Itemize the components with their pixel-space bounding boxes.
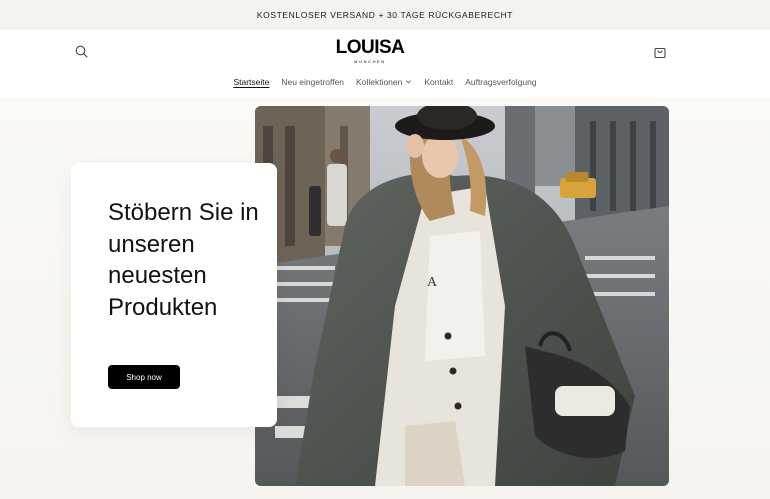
hero-photo-illustration: A — [255, 106, 669, 486]
nav-item-neu-eingetroffen[interactable]: Neu eingetroffen — [281, 77, 344, 93]
main-navigation: Startseite Neu eingetroffen Kollektionen… — [0, 77, 770, 93]
logo-subtitle: MÜNCHEN — [354, 59, 386, 64]
nav-item-kollektionen-label: Kollektionen — [356, 77, 403, 87]
announcement-text: KOSTENLOSER VERSAND + 30 TAGE RÜCKGABERE… — [256, 10, 514, 20]
hero-card: Stöbern Sie in unseren neuesten Produkte… — [71, 163, 277, 427]
nav-item-startseite[interactable]: Startseite — [233, 77, 269, 93]
search-icon — [75, 45, 88, 58]
cart-button[interactable] — [652, 44, 668, 60]
shop-now-button[interactable]: Shop now — [108, 365, 180, 389]
site-logo[interactable]: LOUISA MÜNCHEN — [335, 38, 405, 66]
hoodie-print: A — [427, 275, 438, 290]
announcement-bar: KOSTENLOSER VERSAND + 30 TAGE RÜCKGABERE… — [0, 0, 770, 30]
nav-item-kontakt[interactable]: Kontakt — [424, 77, 453, 93]
shopping-bag-icon — [654, 47, 666, 59]
search-button[interactable] — [74, 44, 90, 60]
chevron-down-icon — [405, 77, 412, 87]
hero-photo: A — [255, 106, 669, 486]
site-header: LOUISA MÜNCHEN Startseite Neu eingetroff… — [0, 30, 770, 98]
hero-title: Stöbern Sie in unseren neuesten Produkte… — [108, 199, 259, 321]
logo-wordmark: LOUISA — [335, 37, 405, 58]
nav-item-auftragsverfolgung[interactable]: Auftragsverfolgung — [465, 77, 536, 93]
nav-item-kollektionen[interactable]: Kollektionen — [356, 77, 412, 93]
